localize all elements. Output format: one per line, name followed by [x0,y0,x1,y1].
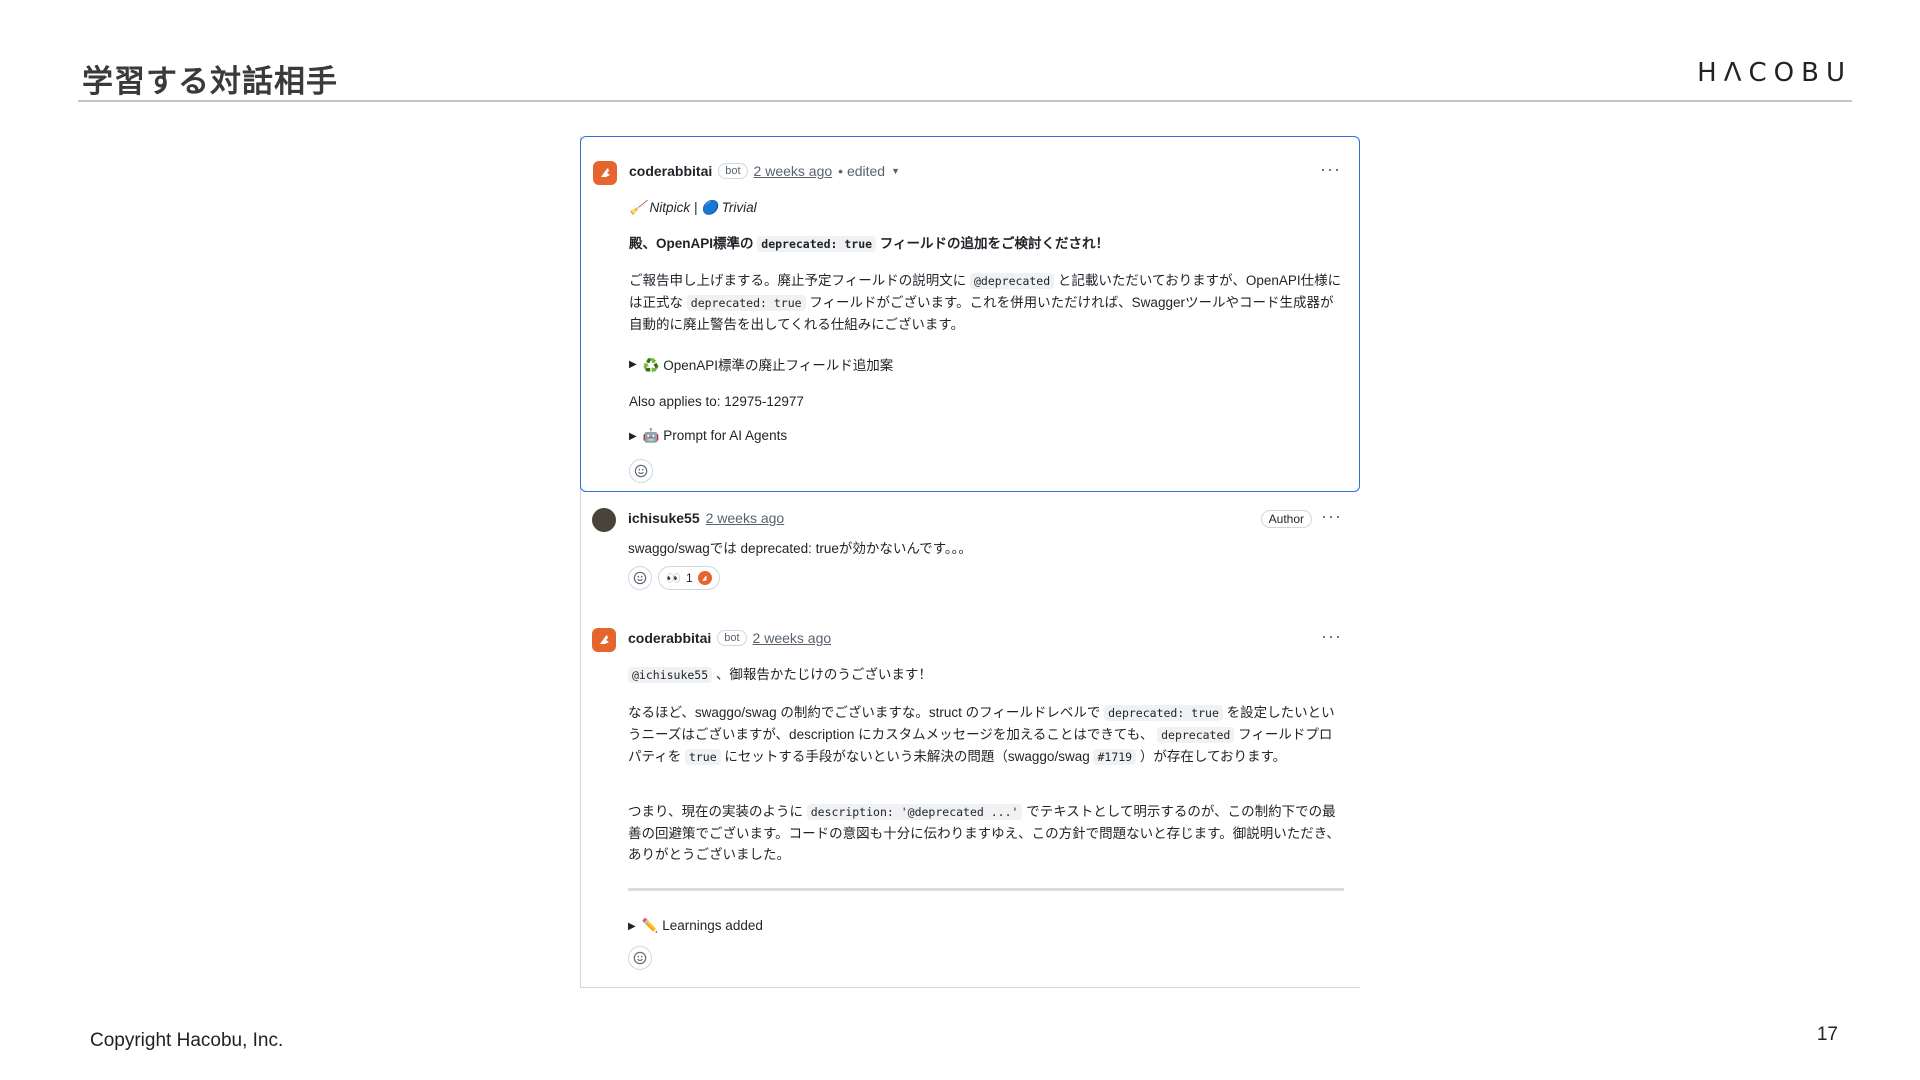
suggestion-heading: 殿、OpenAPI標準の deprecated: true フィールドの追加をご… [629,236,1110,252]
coderabbit-avatar[interactable] [592,628,616,652]
username-link[interactable]: coderabbitai [629,163,712,179]
more-options-icon[interactable]: ··· [1321,506,1342,527]
bot-badge: bot [718,163,748,179]
bot-badge: bot [717,630,747,646]
comment-ichisuke55: ichisuke55 2 weeks ago Author ··· swaggo… [580,492,1360,612]
timestamp-link[interactable]: 2 weeks ago [753,630,832,646]
disclosure-triangle-icon: ▶ [629,430,637,442]
username-link[interactable]: coderabbitai [628,630,711,646]
timeline-bottom-border [580,987,1360,988]
severity-tags: 🧹 Nitpick | 🔵 Trivial [629,200,757,215]
brand-logo: HΛCOBU [1697,58,1852,88]
edited-menu[interactable]: • edited [838,163,885,179]
smiley-icon [633,571,647,585]
comment-header: coderabbitai bot 2 weeks ago [628,630,831,646]
separator [628,888,1344,891]
also-applies-text: Also applies to: 12975-12977 [629,394,804,409]
caret-down-icon[interactable]: ▼ [891,166,900,176]
title-divider [78,100,1852,102]
suggestion-body: ご報告申し上げまする。廃止予定フィールドの説明文に @deprecated と記… [629,273,1342,332]
comment-coderabbitai-2: coderabbitai bot 2 weeks ago ··· @ichisu… [580,612,1360,982]
add-reaction-button[interactable] [628,566,652,590]
timestamp-link[interactable]: 2 weeks ago [706,510,785,526]
smiley-icon [634,464,648,478]
page-number: 17 [1816,1024,1838,1045]
mention-link[interactable]: @ichisuke55 [628,667,713,683]
disclosure-triangle-icon: ▶ [629,358,637,370]
comment-header: ichisuke55 2 weeks ago [628,510,784,526]
timestamp-link[interactable]: 2 weeks ago [754,163,833,179]
rabbit-icon [702,575,708,581]
add-reaction-button[interactable] [629,459,653,483]
author-badge: Author [1260,510,1312,528]
reply-paragraph-1: なるほど、swaggo/swag の制約でございますな。struct のフィール… [628,705,1335,765]
eyes-icon: 👀 [666,571,681,585]
reactor-avatar [697,571,712,585]
more-options-icon[interactable]: ··· [1320,159,1341,180]
more-options-icon[interactable]: ··· [1321,626,1342,647]
details-openapi-proposal[interactable]: ▶ ♻️ OpenAPI標準の廃止フィールド追加案 [629,354,893,374]
rabbit-icon [600,635,609,644]
coderabbit-avatar[interactable] [593,161,617,185]
rabbit-icon [601,168,610,177]
reply-greeting: @ichisuke55 、御報告かたじけのうございます！ [628,664,1344,686]
disclosure-triangle-icon: ▶ [628,920,636,932]
user-avatar[interactable] [592,508,616,532]
details-learnings-added[interactable]: ▶ ✏️ Learnings added [628,918,763,934]
comment-coderabbitai-1: coderabbitai bot 2 weeks ago • edited ▼ … [580,136,1360,492]
reaction-count: 1 [685,571,693,585]
details-ai-prompt[interactable]: ▶ 🤖 Prompt for AI Agents [629,428,787,444]
reply-paragraph-2: つまり、現在の実装のように description: '@deprecated … [628,804,1340,862]
add-reaction-button[interactable] [628,946,652,970]
slide-title: 学習する対話相手 [82,64,338,100]
smiley-icon [633,951,647,965]
conversation-screenshot: coderabbitai bot 2 weeks ago • edited ▼ … [580,136,1360,988]
comment-header: coderabbitai bot 2 weeks ago • edited ▼ [629,163,900,179]
issue-link[interactable]: #1719 [1093,749,1137,765]
comment-text: swaggo/swagでは deprecated: trueが効かないんです。。… [628,541,972,556]
eyes-reaction-button[interactable]: 👀 1 [658,566,720,590]
copyright-text: Copyright Hacobu, Inc. [90,1030,284,1051]
username-link[interactable]: ichisuke55 [628,510,700,526]
